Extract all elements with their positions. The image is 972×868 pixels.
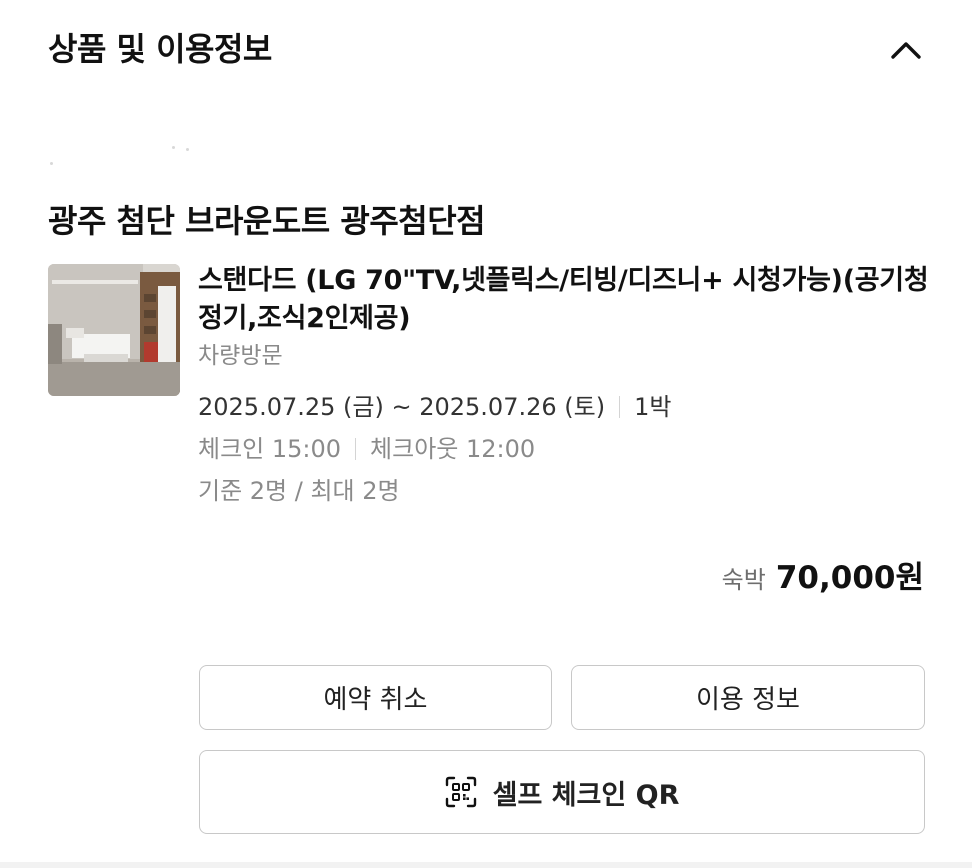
- chevron-up-icon: [891, 42, 921, 59]
- section-title: 상품 및 이용정보: [48, 30, 272, 68]
- qr-scan-icon: [445, 776, 477, 808]
- stay-dates-row: 2025.07.25 (금) ~ 2025.07.26 (토) 1박: [198, 390, 938, 424]
- stay-dates: 2025.07.25 (금) ~ 2025.07.26 (토): [198, 393, 606, 421]
- cancel-reservation-button[interactable]: 예약 취소: [199, 665, 552, 730]
- price-value: 70,000원: [775, 560, 924, 596]
- checkout-time: 체크아웃 12:00: [370, 435, 536, 463]
- visit-type: 차량방문: [198, 343, 283, 369]
- decorative-dots: [50, 146, 200, 166]
- usage-info-button[interactable]: 이용 정보: [571, 665, 925, 730]
- room-name: 스탠다드 (LG 70"TV,넷플릭스/티빙/디즈니+ 시청가능)(공기청정기,…: [198, 265, 929, 334]
- section-header[interactable]: 상품 및 이용정보: [0, 0, 972, 100]
- price-label: 숙박: [721, 566, 766, 594]
- collapse-button[interactable]: [884, 28, 928, 72]
- room-details: 스탠다드 (LG 70"TV,넷플릭스/티빙/디즈니+ 시청가능)(공기청정기,…: [198, 262, 938, 508]
- qr-button-label: 셀프 체크인 QR: [492, 779, 680, 811]
- divider: [355, 438, 357, 460]
- room-image: [48, 264, 180, 396]
- occupancy: 기준 2명 / 최대 2명: [198, 477, 400, 505]
- checkin-time: 체크인 15:00: [198, 435, 342, 463]
- checkin-checkout-row: 체크인 15:00 체크아웃 12:00: [198, 432, 938, 466]
- store-name[interactable]: 광주 첨단 브라운도트 광주첨단점: [48, 196, 486, 242]
- stay-nights: 1박: [634, 393, 672, 421]
- room-thumbnail[interactable]: [48, 264, 180, 396]
- divider: [619, 396, 621, 418]
- bottom-divider: [0, 862, 972, 868]
- self-checkin-qr-button[interactable]: 셀프 체크인 QR: [199, 750, 925, 834]
- price-row: 숙박 70,000원: [722, 552, 924, 597]
